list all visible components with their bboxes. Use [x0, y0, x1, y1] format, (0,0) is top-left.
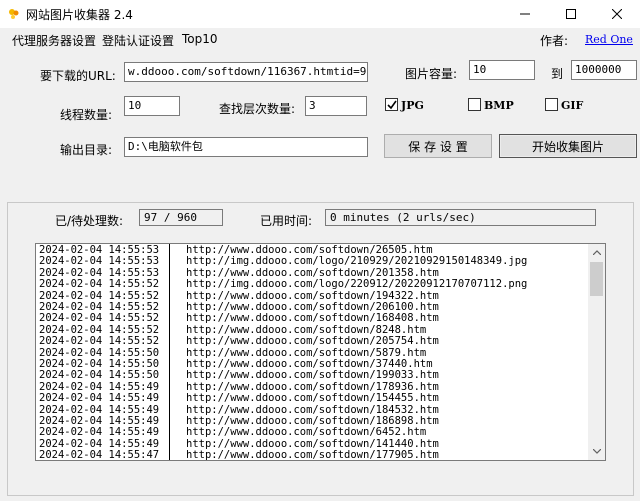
capacity-label: 图片容量: — [405, 67, 458, 81]
capacity-min-input[interactable]: 10 — [469, 60, 535, 80]
gif-checkbox[interactable] — [545, 98, 558, 111]
save-settings-button[interactable]: 保 存 设 置 — [384, 134, 492, 158]
depth-input[interactable]: 3 — [305, 96, 367, 116]
log-row[interactable]: 2024-02-04 14:55:52 http://img.ddooo.com/… — [36, 278, 596, 291]
scroll-up-button[interactable] — [588, 244, 605, 261]
log-url: http://www.ddooo.com/softdown/154455.htm — [186, 392, 439, 405]
url-input[interactable]: w.ddooo.com/softdown/116367.htmtid=9305 — [124, 62, 368, 82]
maximize-button[interactable] — [548, 0, 594, 28]
url-label: 要下载的URL: — [40, 69, 116, 83]
title-bar: 网站图片收集器 2.4 — [0, 0, 640, 28]
scroll-thumb[interactable] — [590, 262, 603, 296]
start-collect-button[interactable]: 开始收集图片 — [499, 134, 637, 158]
progress-label: 已/待处理数: — [55, 214, 124, 228]
chevron-down-icon — [592, 449, 601, 454]
log-scrollbar[interactable] — [588, 244, 605, 460]
close-icon — [612, 9, 622, 19]
app-icon — [7, 7, 21, 21]
elapsed-label: 已用时间: — [260, 214, 313, 228]
threads-input[interactable]: 10 — [124, 96, 180, 116]
log-row[interactable]: 2024-02-04 14:55:49 http://www.ddooo.com/… — [36, 392, 596, 405]
author-label: 作者: — [540, 34, 569, 48]
menu-bar: 代理服务器设置 登陆认证设置 Top10 作者: Red One — [0, 28, 640, 50]
output-label: 输出目录: — [60, 143, 113, 157]
capacity-max-input[interactable]: 1000000 — [571, 60, 637, 80]
bmp-checkbox[interactable] — [468, 98, 481, 111]
close-button[interactable] — [594, 0, 640, 28]
maximize-icon — [566, 9, 576, 19]
log-time: 2024-02-04 14:55:52 — [39, 335, 160, 348]
jpg-label: JPG — [401, 99, 424, 112]
checkmark-icon — [387, 100, 397, 110]
gif-label: GIF — [561, 99, 584, 112]
log-url: http://img.ddooo.com/logo/220912/2022091… — [186, 278, 528, 291]
log-time: 2024-02-04 14:55:47 — [39, 449, 160, 461]
threads-label: 线程数量: — [60, 108, 113, 122]
chevron-up-icon — [592, 250, 601, 255]
depth-label: 查找层次数量: — [219, 102, 296, 116]
minimize-icon — [520, 13, 530, 15]
log-list[interactable]: 2024-02-04 14:55:53 http://www.ddooo.com/… — [35, 243, 606, 461]
menu-login-settings[interactable]: 登陆认证设置 — [102, 32, 174, 49]
minimize-button[interactable] — [502, 0, 548, 28]
progress-value: 97 / 960 — [139, 209, 223, 226]
log-time: 2024-02-04 14:55:49 — [39, 392, 160, 405]
log-row[interactable]: 2024-02-04 14:55:52 http://www.ddooo.com/… — [36, 335, 596, 348]
scroll-down-button[interactable] — [588, 443, 605, 460]
bmp-label: BMP — [484, 99, 514, 112]
menu-proxy-settings[interactable]: 代理服务器设置 — [12, 32, 96, 49]
output-dir-input[interactable]: D:\电脑软件包 — [124, 137, 368, 157]
log-time: 2024-02-04 14:55:52 — [39, 278, 160, 291]
menu-top10[interactable]: Top10 — [182, 32, 218, 46]
window-title: 网站图片收集器 2.4 — [26, 8, 133, 22]
jpg-checkbox[interactable] — [385, 98, 398, 111]
log-url: http://www.ddooo.com/softdown/205754.htm — [186, 335, 439, 348]
capacity-to-label: 到 — [551, 67, 564, 81]
author-link[interactable]: Red One — [585, 33, 633, 46]
log-url: http://www.ddooo.com/softdown/177905.htm — [186, 449, 439, 461]
elapsed-value: 0 minutes (2 urls/sec) — [325, 209, 596, 226]
log-row[interactable]: 2024-02-04 14:55:47 http://www.ddooo.com/… — [36, 449, 596, 461]
